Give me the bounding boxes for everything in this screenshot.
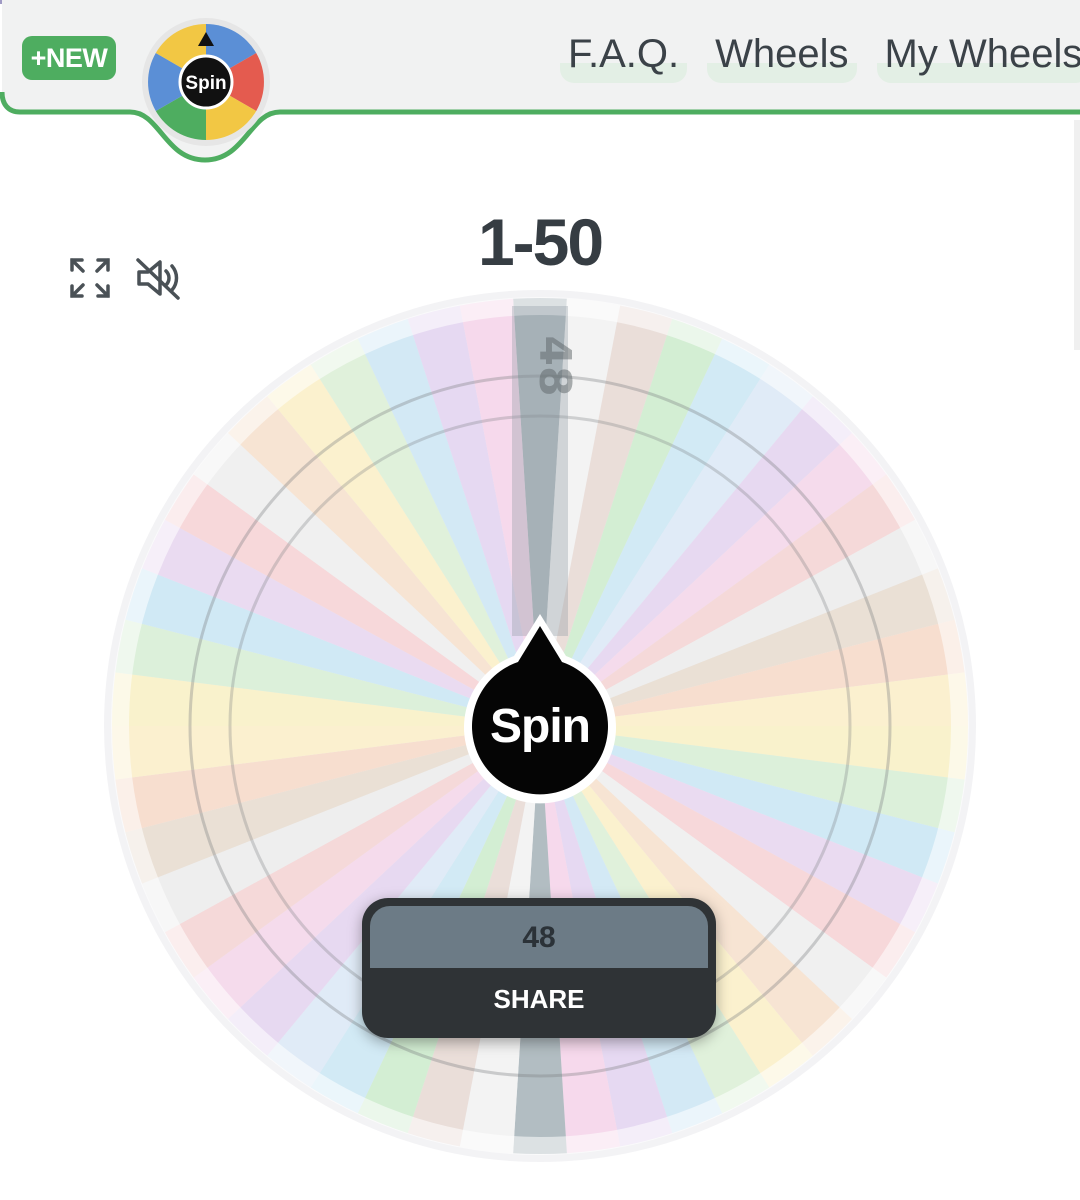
site-header: +NEW Spin F.A.Q. Wheels My Wheels bbox=[0, 0, 1080, 170]
logo-wheel-icon: Spin bbox=[142, 18, 270, 146]
share-button[interactable]: SHARE bbox=[362, 968, 716, 1038]
nav-my-wheels[interactable]: My Wheels bbox=[876, 30, 1080, 83]
logo-text: Spin bbox=[185, 73, 226, 94]
nav-wheels[interactable]: Wheels bbox=[707, 30, 857, 83]
spin-button[interactable]: Spin bbox=[458, 610, 622, 810]
nav-faq[interactable]: F.A.Q. bbox=[560, 30, 688, 83]
site-logo[interactable]: Spin bbox=[140, 16, 272, 148]
spin-button-label: Spin bbox=[490, 700, 590, 753]
pointer-segment-label: 48 bbox=[529, 335, 580, 396]
main-nav: F.A.Q. Wheels My Wheels bbox=[560, 30, 1080, 83]
new-wheel-button[interactable]: +NEW bbox=[22, 36, 116, 80]
result-card: 48 SHARE bbox=[362, 898, 716, 1038]
result-value: 48 bbox=[370, 906, 708, 968]
